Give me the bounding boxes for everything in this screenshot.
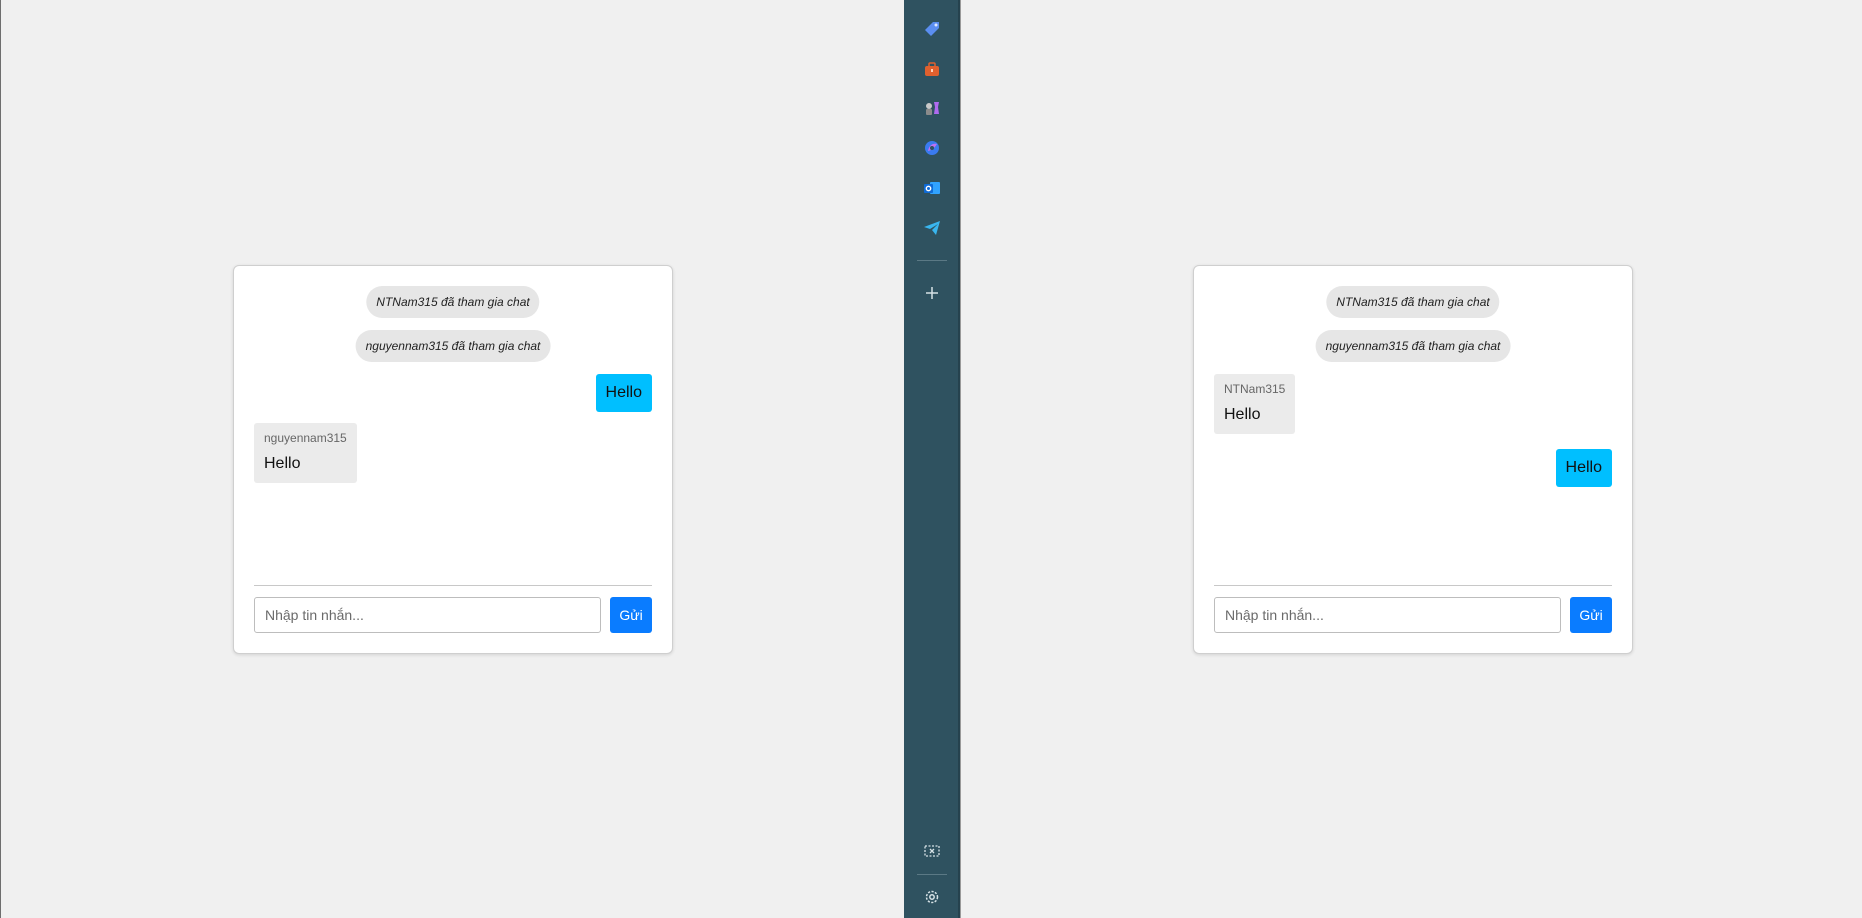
input-divider [1214,585,1612,586]
chat-box: NTNam315 đã tham gia chat nguyennam315 đ… [233,265,673,654]
message-sender: nguyennam315 [264,431,347,445]
input-divider [254,585,652,586]
sidebar-divider [917,874,947,875]
toolbox-icon[interactable] [916,53,948,85]
system-message: nguyennam315 đã tham gia chat [1315,330,1511,362]
browser-sidebar [904,0,960,918]
message-list: NTNam315 đã tham gia chat nguyennam315 đ… [1214,286,1612,585]
copilot-icon[interactable] [916,132,948,164]
telegram-icon[interactable] [916,212,948,244]
message-composer: Gửi [254,597,652,633]
outlook-icon[interactable] [916,172,948,204]
other-message-bubble: nguyennam315 Hello [254,423,357,483]
settings-icon[interactable] [916,881,948,913]
left-browser-pane: NTNam315 đã tham gia chat nguyennam315 đ… [0,0,904,918]
my-message-bubble: Hello [595,374,652,412]
message-text: Hello [1224,406,1261,423]
screenshot-icon[interactable] [916,835,948,867]
send-button[interactable]: Gửi [1570,597,1612,633]
message-composer: Gửi [1214,597,1612,633]
tag-icon[interactable] [916,13,948,45]
plus-icon[interactable] [916,277,948,309]
sidebar-divider [917,260,947,261]
message-sender: NTNam315 [1224,382,1286,396]
system-message: NTNam315 đã tham gia chat [1326,286,1500,318]
message-input[interactable] [254,597,601,633]
games-icon[interactable] [916,92,948,124]
system-message: nguyennam315 đã tham gia chat [355,330,551,362]
message-input[interactable] [1214,597,1561,633]
right-browser-pane: NTNam315 đã tham gia chat nguyennam315 đ… [960,0,1862,918]
message-text: Hello [264,455,301,472]
other-message-bubble: NTNam315 Hello [1214,374,1296,434]
system-message: NTNam315 đã tham gia chat [366,286,540,318]
my-message-bubble: Hello [1555,449,1612,487]
message-list: NTNam315 đã tham gia chat nguyennam315 đ… [254,286,652,585]
send-button[interactable]: Gửi [610,597,652,633]
chat-box: NTNam315 đã tham gia chat nguyennam315 đ… [1193,265,1633,654]
